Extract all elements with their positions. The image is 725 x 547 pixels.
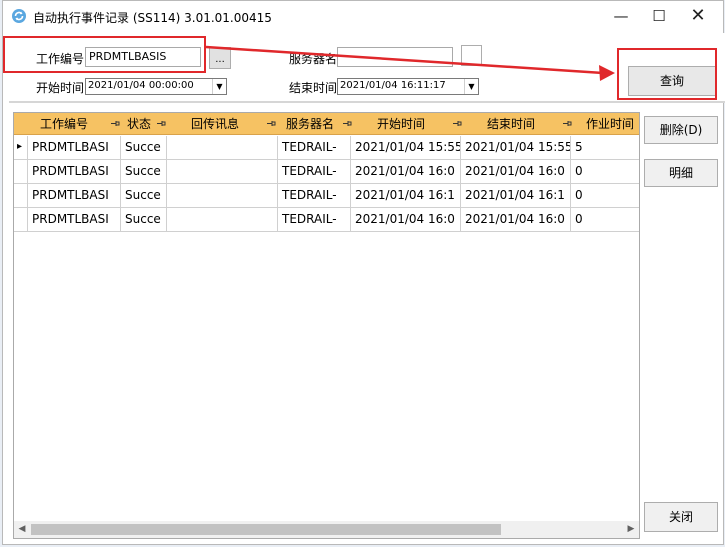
cell-server-name[interactable]: TEDRAIL-	[278, 160, 351, 184]
title-bar: 自动执行事件记录 (SS114) 3.01.01.00415 — ☐ ✕	[3, 1, 723, 31]
end-time-label: 结束时间	[289, 81, 338, 95]
search-button[interactable]: 查询	[628, 66, 716, 96]
cell-server-name[interactable]: TEDRAIL-	[278, 208, 351, 232]
server-browse-button[interactable]	[461, 45, 482, 66]
window-title: 自动执行事件记录 (SS114) 3.01.01.00415	[33, 11, 272, 25]
pin-icon[interactable]	[562, 119, 572, 128]
pin-icon[interactable]	[266, 119, 276, 128]
col-job-id[interactable]: 工作编号	[20, 113, 108, 135]
cell-return-msg[interactable]	[167, 208, 278, 232]
pin-icon[interactable]	[342, 119, 352, 128]
table-row[interactable]: PRDMTLBASI Succe TEDRAIL- 2021/01/04 16:…	[14, 208, 639, 232]
event-log-grid[interactable]: 工作编号 状态 回传讯息 服务器名 开始时间 结束时间 作业时间 ▸ PRDMT…	[13, 112, 640, 539]
pin-icon[interactable]	[110, 119, 120, 128]
cell-job-time[interactable]: 0	[571, 160, 639, 184]
cell-start-time[interactable]: 2021/01/04 16:1	[351, 184, 461, 208]
cell-job-id[interactable]: PRDMTLBASI	[28, 160, 121, 184]
job-id-input[interactable]: PRDMTLBASIS	[85, 47, 201, 67]
cell-end-time[interactable]: 2021/01/04 16:0	[461, 160, 571, 184]
scroll-right-icon[interactable]: ▶	[623, 521, 639, 538]
cell-status[interactable]: Succe	[121, 136, 167, 160]
start-time-label: 开始时间	[36, 81, 85, 95]
server-name-input[interactable]	[337, 47, 453, 67]
close-window-button[interactable]: ✕	[676, 1, 720, 31]
cell-end-time[interactable]: 2021/01/04 15:55	[461, 136, 571, 160]
col-server-name[interactable]: 服务器名	[278, 113, 342, 135]
cell-return-msg[interactable]	[167, 160, 278, 184]
cell-start-time[interactable]: 2021/01/04 16:0	[351, 208, 461, 232]
cell-start-time[interactable]: 2021/01/04 15:55	[351, 136, 461, 160]
scrollbar-thumb[interactable]	[31, 524, 501, 535]
table-row[interactable]: ▸ PRDMTLBASI Succe TEDRAIL- 2021/01/04 1…	[14, 136, 639, 160]
horizontal-scrollbar[interactable]: ◀ ▶	[14, 521, 639, 538]
cell-job-id[interactable]: PRDMTLBASI	[28, 184, 121, 208]
close-button[interactable]: 关闭	[644, 502, 718, 532]
detail-button[interactable]: 明细	[644, 159, 718, 187]
col-start-time[interactable]: 开始时间	[366, 113, 436, 135]
cell-server-name[interactable]: TEDRAIL-	[278, 136, 351, 160]
cell-job-time[interactable]: 0	[571, 208, 639, 232]
chevron-down-icon[interactable]: ▼	[212, 79, 226, 94]
pin-icon[interactable]	[156, 119, 166, 128]
cell-end-time[interactable]: 2021/01/04 16:1	[461, 184, 571, 208]
start-time-value: 2021/01/04 00:00:00	[88, 80, 194, 91]
cell-start-time[interactable]: 2021/01/04 16:0	[351, 160, 461, 184]
chevron-down-icon[interactable]: ▼	[464, 79, 478, 94]
col-job-time[interactable]: 作业时间	[580, 113, 639, 135]
cell-end-time[interactable]: 2021/01/04 16:0	[461, 208, 571, 232]
cell-job-id[interactable]: PRDMTLBASI	[28, 136, 121, 160]
current-row-icon: ▸	[17, 141, 23, 152]
query-panel: 工作编号 PRDMTLBASIS ... 服务器名称 开始时间 2021/01/…	[9, 33, 725, 103]
cell-return-msg[interactable]	[167, 136, 278, 160]
cell-status[interactable]: Succe	[121, 160, 167, 184]
cell-job-id[interactable]: PRDMTLBASI	[28, 208, 121, 232]
end-time-value: 2021/01/04 16:11:17	[340, 80, 446, 91]
col-status[interactable]: 状态	[122, 113, 156, 135]
row-indicator	[14, 160, 28, 184]
pin-icon[interactable]	[452, 119, 462, 128]
cell-job-time[interactable]: 5	[571, 136, 639, 160]
start-time-picker[interactable]: 2021/01/04 00:00:00 ▼	[85, 78, 227, 95]
col-return-msg[interactable]: 回传讯息	[180, 113, 250, 135]
grid-header: 工作编号 状态 回传讯息 服务器名 开始时间 结束时间 作业时间	[14, 113, 639, 135]
table-row[interactable]: PRDMTLBASI Succe TEDRAIL- 2021/01/04 16:…	[14, 160, 639, 184]
end-time-picker[interactable]: 2021/01/04 16:11:17 ▼	[337, 78, 479, 95]
row-indicator: ▸	[14, 136, 28, 160]
row-indicator	[14, 184, 28, 208]
app-window: 自动执行事件记录 (SS114) 3.01.01.00415 — ☐ ✕ 工作编…	[2, 0, 725, 545]
scroll-left-icon[interactable]: ◀	[14, 521, 30, 538]
cell-status[interactable]: Succe	[121, 208, 167, 232]
job-id-label: 工作编号	[36, 52, 85, 66]
cell-job-time[interactable]: 0	[571, 184, 639, 208]
cell-return-msg[interactable]	[167, 184, 278, 208]
maximize-button[interactable]: ☐	[637, 1, 681, 31]
col-end-time[interactable]: 结束时间	[476, 113, 546, 135]
row-indicator	[14, 208, 28, 232]
table-row[interactable]: PRDMTLBASI Succe TEDRAIL- 2021/01/04 16:…	[14, 184, 639, 208]
browse-button[interactable]: ...	[209, 47, 231, 69]
cell-status[interactable]: Succe	[121, 184, 167, 208]
cell-server-name[interactable]: TEDRAIL-	[278, 184, 351, 208]
refresh-app-icon	[12, 9, 26, 23]
delete-button[interactable]: 删除(D)	[644, 116, 718, 144]
